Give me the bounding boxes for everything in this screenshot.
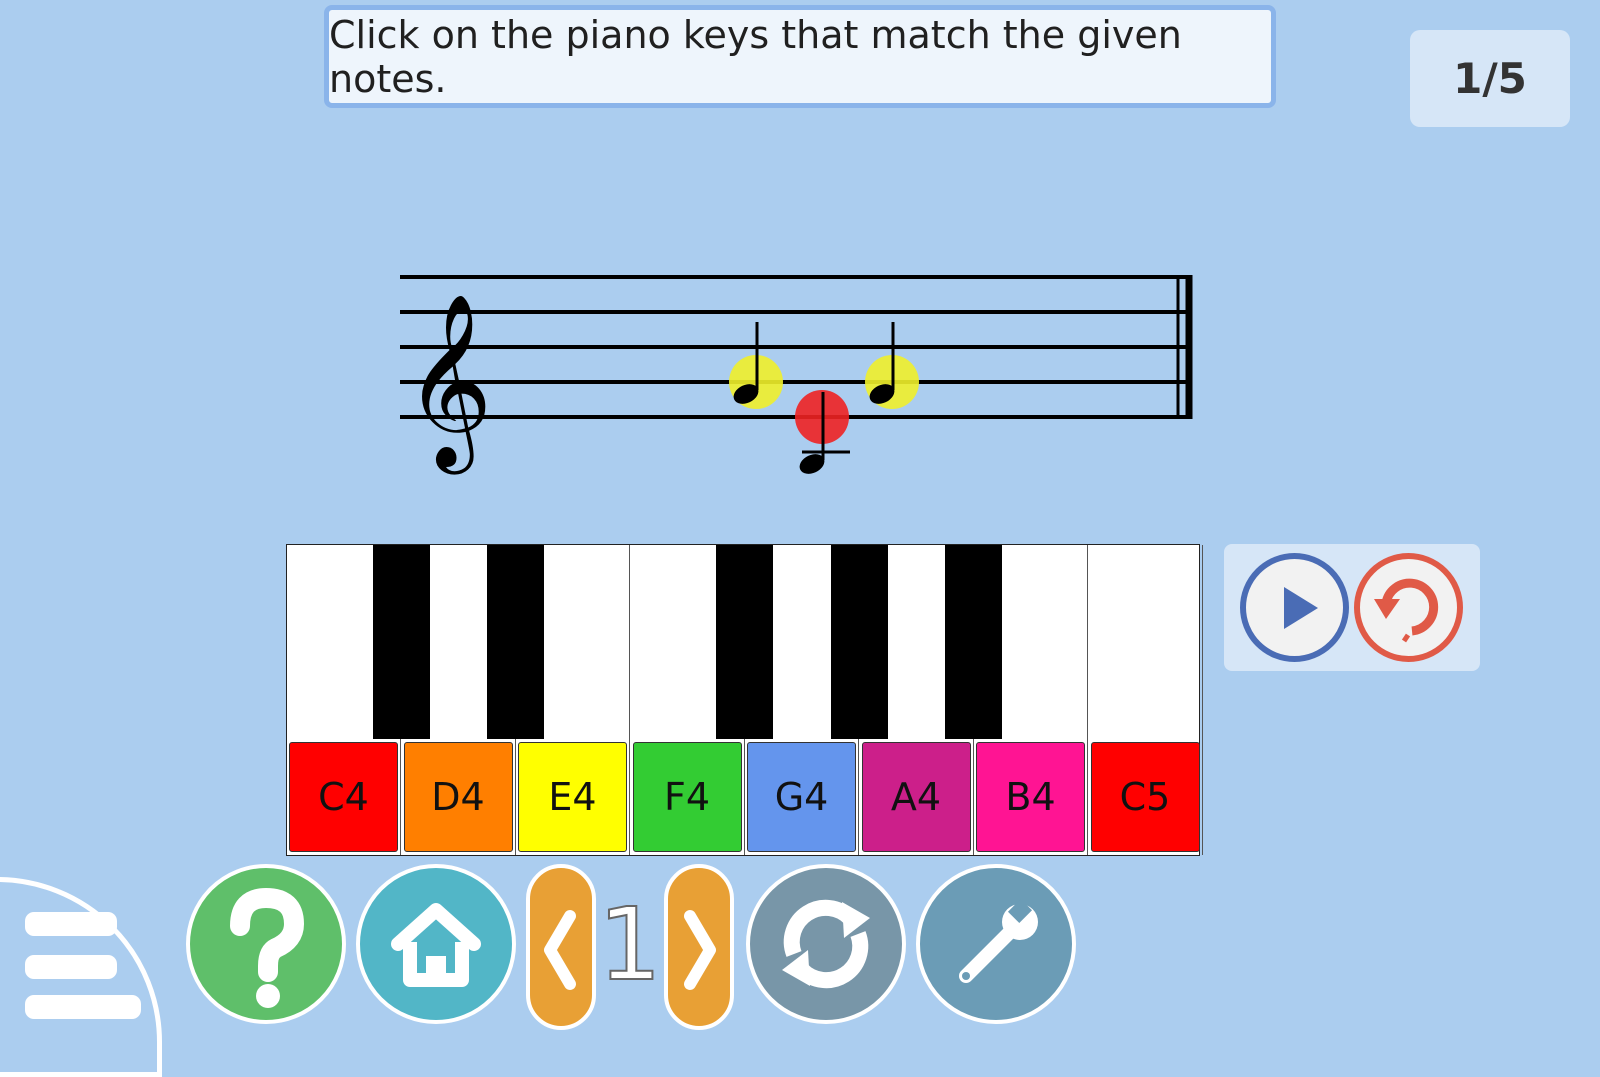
undo-icon <box>1374 578 1439 643</box>
piano-key-g-sharp4[interactable] <box>830 545 888 739</box>
playback-controls <box>1224 544 1480 671</box>
music-staff: 𝄞 <box>400 275 1193 475</box>
chevron-left-icon <box>544 910 576 990</box>
previous-level-button[interactable] <box>526 864 596 1030</box>
piano-key-d-sharp4[interactable] <box>487 545 544 739</box>
menu-icon-bar <box>25 995 141 1019</box>
piano-key-c5[interactable]: C5 <box>1089 545 1203 855</box>
piano-key-label: C5 <box>1090 742 1200 852</box>
menu-button[interactable] <box>0 877 162 1077</box>
play-icon <box>1284 587 1318 629</box>
piano-key-c-sharp4[interactable] <box>372 545 430 739</box>
score-text: 1/5 <box>1453 54 1527 103</box>
reload-button[interactable] <box>746 864 906 1024</box>
menu-icon <box>25 912 117 936</box>
play-button[interactable] <box>1240 553 1349 662</box>
piano-key-label: F4 <box>632 742 742 852</box>
help-button[interactable] <box>186 864 346 1024</box>
level-number: 1 <box>597 885 663 1004</box>
reload-icon <box>782 899 870 989</box>
piano-key-label: G4 <box>747 742 856 852</box>
home-icon <box>391 903 481 987</box>
instruction-box: Click on the piano keys that match the g… <box>324 5 1276 108</box>
piano-key-label: D4 <box>403 742 513 852</box>
instruction-text: Click on the piano keys that match the g… <box>329 12 1182 101</box>
piano-key-f-sharp4[interactable] <box>716 545 773 739</box>
settings-button[interactable] <box>916 864 1076 1024</box>
piano-key-label: E4 <box>518 742 627 852</box>
piano-key-label: C4 <box>289 742 398 852</box>
piano-keyboard: C4 D4 E4 F4 G4 A4 B4 C5 <box>286 544 1203 856</box>
piano-key-a-sharp4[interactable] <box>945 545 1002 739</box>
undo-button[interactable] <box>1354 553 1463 662</box>
piano-key-label: B4 <box>976 742 1085 852</box>
treble-clef-icon: 𝄞 <box>404 293 493 475</box>
chevron-right-icon <box>684 910 716 990</box>
piano-key-label: A4 <box>861 742 971 852</box>
menu-icon-bar <box>25 955 117 979</box>
question-mark-icon <box>230 887 305 1008</box>
score-counter: 1/5 <box>1410 30 1570 127</box>
home-button[interactable] <box>356 864 516 1024</box>
next-level-button[interactable] <box>664 864 734 1030</box>
wrench-icon <box>959 898 1038 983</box>
